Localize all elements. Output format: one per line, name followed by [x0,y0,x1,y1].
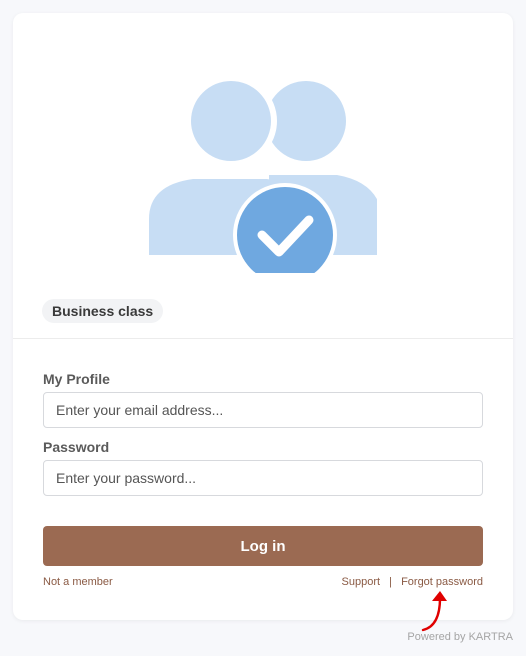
password-input[interactable] [43,460,483,496]
forgot-password-link[interactable]: Forgot password [401,576,483,588]
login-card: Business class My Profile Password Log i… [13,13,513,620]
users-check-icon [149,79,377,273]
link-separator: | [389,576,392,588]
password-label: Password [43,439,110,455]
email-label: My Profile [43,371,110,387]
email-input[interactable] [43,392,483,428]
red-arrow-icon [421,591,447,632]
help-links: Support | Forgot password [342,576,483,588]
not-a-member-link[interactable]: Not a member [43,576,113,588]
login-button[interactable]: Log in [43,526,483,566]
support-link[interactable]: Support [342,576,381,588]
footer-links: Not a member Support | Forgot password [43,576,483,590]
powered-by-footer: Powered by KARTRA [407,631,513,643]
hero-section: Business class [13,13,513,339]
business-class-badge: Business class [42,299,164,323]
divider [13,338,513,339]
